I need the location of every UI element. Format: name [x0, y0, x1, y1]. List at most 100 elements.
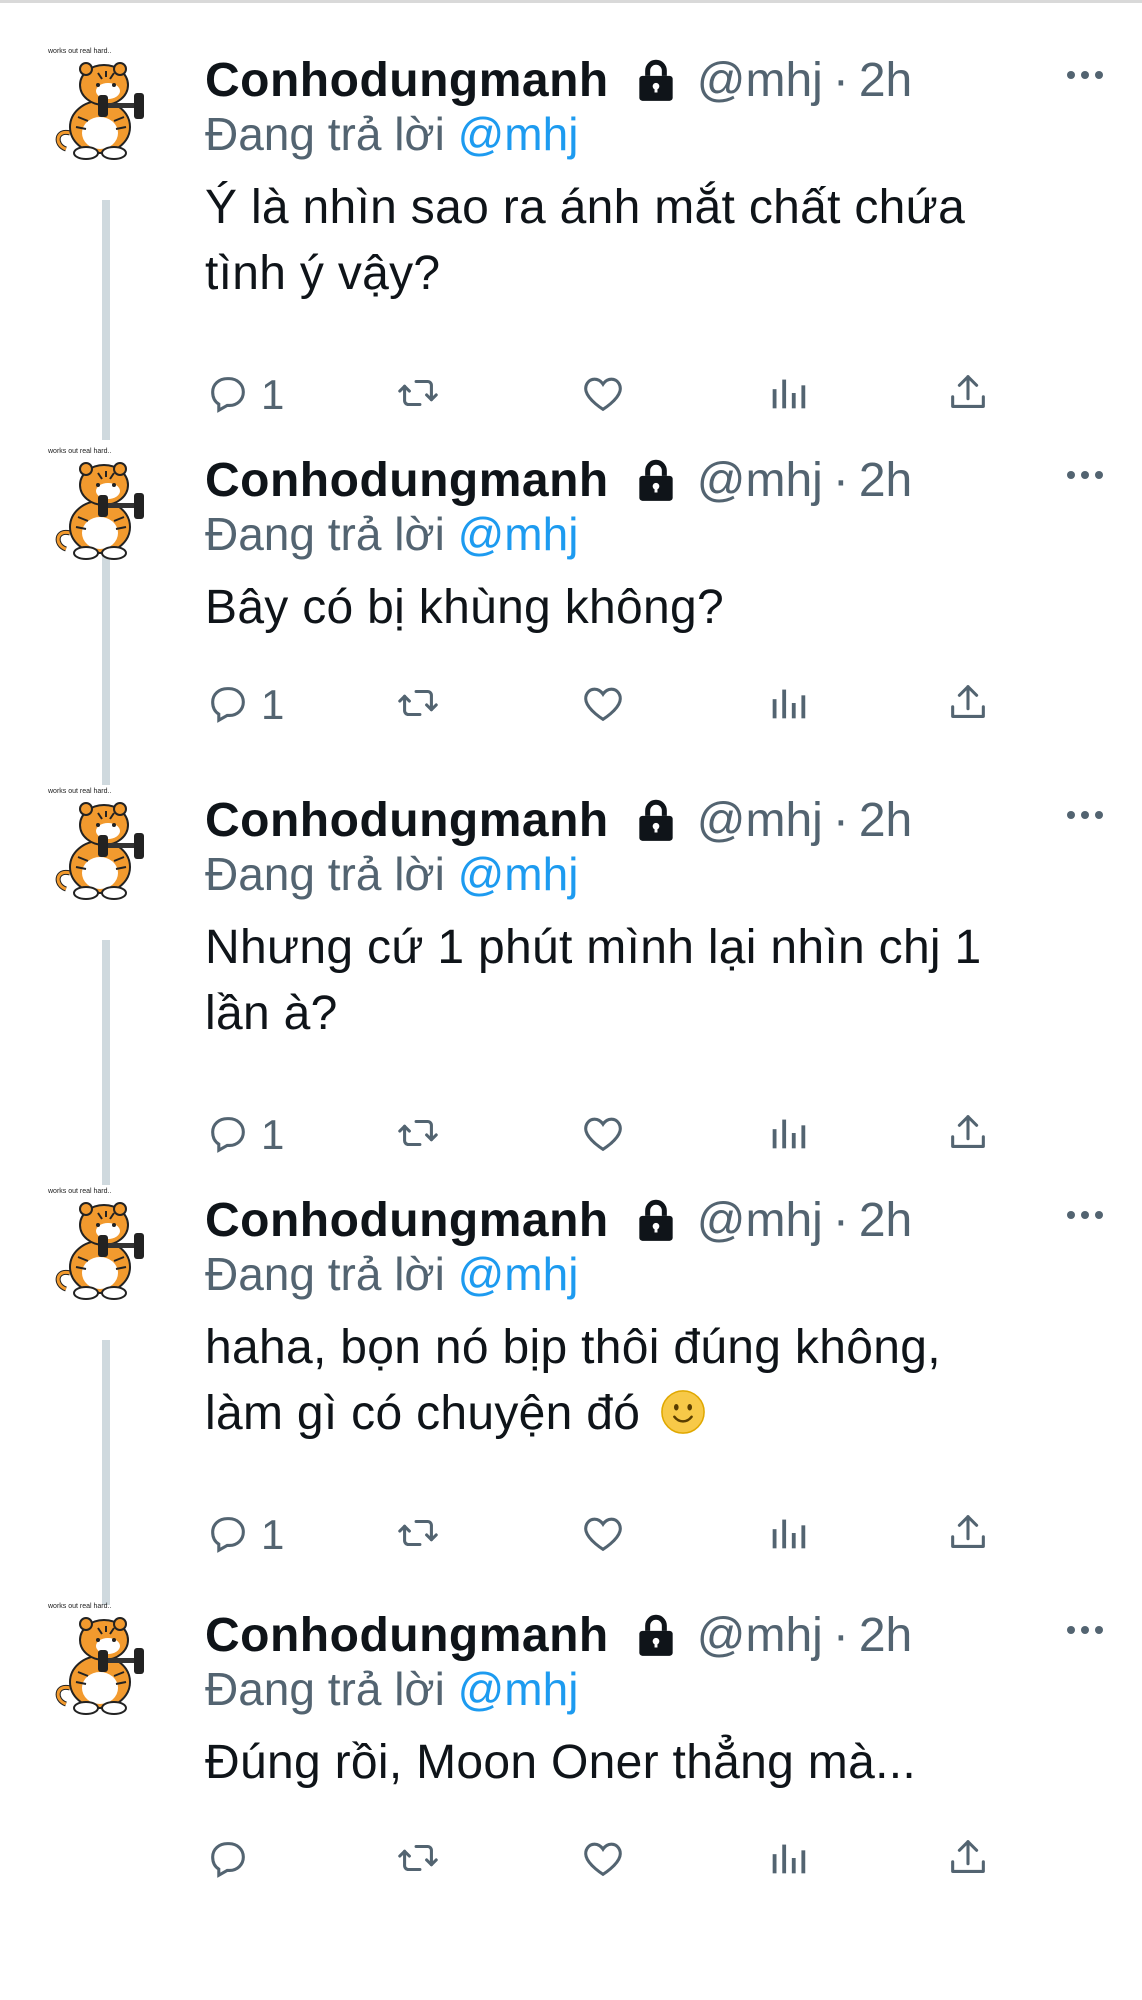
reply-icon [205, 680, 251, 731]
like-button[interactable] [580, 1505, 626, 1565]
like-button[interactable] [580, 365, 626, 425]
like-button[interactable] [580, 675, 626, 735]
tweet-actions: 1 [205, 365, 1025, 425]
reply-icon [205, 1510, 251, 1561]
replying-to: Đang trả lời @mhj [205, 107, 578, 161]
author-name[interactable]: Conhodungmanh [205, 53, 609, 108]
share-button[interactable] [945, 1105, 991, 1165]
views-button[interactable] [765, 1505, 811, 1565]
author-name[interactable]: Conhodungmanh [205, 1193, 609, 1248]
separator-dot: · [832, 453, 849, 507]
retweet-button[interactable] [395, 1105, 441, 1165]
reply-button[interactable]: 1 [205, 1505, 284, 1565]
avatar[interactable]: works out real hard.. [47, 785, 168, 905]
retweet-button[interactable] [395, 365, 441, 425]
tweet-text-line: lần à? [205, 987, 338, 1040]
author-name[interactable]: Conhodungmanh [205, 453, 609, 508]
tweet-header: Conhodungmanh @mhj · 2h [205, 1185, 912, 1255]
avatar-caption: works out real hard.. [48, 448, 111, 455]
tweet[interactable]: works out real hard.. Conhodungmanh @mhj… [0, 1185, 1142, 1585]
reply-count: 1 [261, 1511, 285, 1558]
views-button[interactable] [765, 365, 811, 425]
replying-to-mention[interactable]: @mhj [458, 508, 579, 560]
retweet-icon [395, 680, 441, 731]
avatar-caption: works out real hard.. [48, 48, 111, 55]
reply-icon [205, 1110, 251, 1161]
more-icon[interactable] [1060, 795, 1110, 835]
share-icon [945, 370, 991, 421]
tweet[interactable]: works out real hard.. Conhodungmanh @mhj… [0, 1600, 1142, 2000]
replying-to-mention[interactable]: @mhj [458, 1663, 579, 1715]
replying-prefix: Đang trả lời [205, 1663, 445, 1715]
heart-icon [580, 1510, 626, 1561]
like-button[interactable] [580, 1830, 626, 1890]
author-handle[interactable]: @mhj [697, 1193, 823, 1248]
author-name[interactable]: Conhodungmanh [205, 793, 609, 848]
replying-prefix: Đang trả lời [205, 108, 445, 160]
more-icon[interactable] [1060, 1195, 1110, 1235]
analytics-icon [765, 1510, 811, 1561]
tweet-actions: 1 [205, 1105, 1025, 1165]
timestamp[interactable]: 2h [859, 1193, 912, 1248]
reply-button[interactable] [205, 1830, 261, 1890]
avatar-caption: works out real hard.. [48, 788, 111, 795]
replying-to: Đang trả lời @mhj [205, 507, 578, 561]
retweet-button[interactable] [395, 1830, 441, 1890]
more-icon[interactable] [1060, 1610, 1110, 1650]
retweet-button[interactable] [395, 1505, 441, 1565]
replying-to: Đang trả lời @mhj [205, 1247, 578, 1301]
separator-dot: · [832, 1193, 849, 1247]
replying-to-mention[interactable]: @mhj [458, 848, 579, 900]
tweet-actions: 1 [205, 675, 1025, 735]
analytics-icon [765, 1835, 811, 1886]
author-handle[interactable]: @mhj [697, 453, 823, 508]
analytics-icon [765, 370, 811, 421]
views-button[interactable] [765, 1830, 811, 1890]
tweet[interactable]: works out real hard.. Conhodungmanh @mhj… [0, 45, 1142, 445]
tweet-text: haha, bọn nó bịp thôi đúng không, làm gì … [205, 1315, 1055, 1447]
retweet-icon [395, 1835, 441, 1886]
tweet-text-line: Bây có bị khùng không? [205, 581, 724, 634]
timestamp[interactable]: 2h [859, 453, 912, 508]
tweet-text: Nhưng cứ 1 phút mình lại nhìn chj 1 lần à… [205, 915, 1055, 1047]
lock-icon [631, 795, 681, 845]
share-button[interactable] [945, 1505, 991, 1565]
timestamp[interactable]: 2h [859, 53, 912, 108]
avatar[interactable]: works out real hard.. [47, 1600, 168, 1720]
timestamp[interactable]: 2h [859, 793, 912, 848]
reply-button[interactable]: 1 [205, 365, 284, 425]
reply-button[interactable]: 1 [205, 675, 284, 735]
author-handle[interactable]: @mhj [697, 793, 823, 848]
tweet[interactable]: works out real hard.. Conhodungmanh @mhj… [0, 785, 1142, 1185]
avatar[interactable]: works out real hard.. [47, 45, 168, 165]
heart-icon [580, 1110, 626, 1161]
tweet-header: Conhodungmanh @mhj · 2h [205, 45, 912, 115]
retweet-icon [395, 370, 441, 421]
views-button[interactable] [765, 675, 811, 735]
analytics-icon [765, 680, 811, 731]
reply-button[interactable]: 1 [205, 1105, 284, 1165]
tweet-text: Đúng rồi, Moon Oner thẳng mà... [205, 1730, 1055, 1796]
lock-icon [631, 1610, 681, 1660]
more-icon[interactable] [1060, 455, 1110, 495]
author-name[interactable]: Conhodungmanh [205, 1608, 609, 1663]
heart-icon [580, 680, 626, 731]
tweet-text-line: Đúng rồi, Moon Oner thẳng mà... [205, 1736, 916, 1789]
replying-to-mention[interactable]: @mhj [458, 1248, 579, 1300]
retweet-button[interactable] [395, 675, 441, 735]
like-button[interactable] [580, 1105, 626, 1165]
views-button[interactable] [765, 1105, 811, 1165]
more-icon[interactable] [1060, 55, 1110, 95]
share-button[interactable] [945, 675, 991, 735]
smiling-face-emoji-icon [660, 1387, 706, 1434]
tweet-header: Conhodungmanh @mhj · 2h [205, 445, 912, 515]
author-handle[interactable]: @mhj [697, 1608, 823, 1663]
author-handle[interactable]: @mhj [697, 53, 823, 108]
share-button[interactable] [945, 365, 991, 425]
replying-to-mention[interactable]: @mhj [458, 108, 579, 160]
share-button[interactable] [945, 1830, 991, 1890]
avatar[interactable]: works out real hard.. [47, 1185, 168, 1305]
avatar[interactable]: works out real hard.. [47, 445, 168, 565]
heart-icon [580, 1835, 626, 1886]
timestamp[interactable]: 2h [859, 1608, 912, 1663]
